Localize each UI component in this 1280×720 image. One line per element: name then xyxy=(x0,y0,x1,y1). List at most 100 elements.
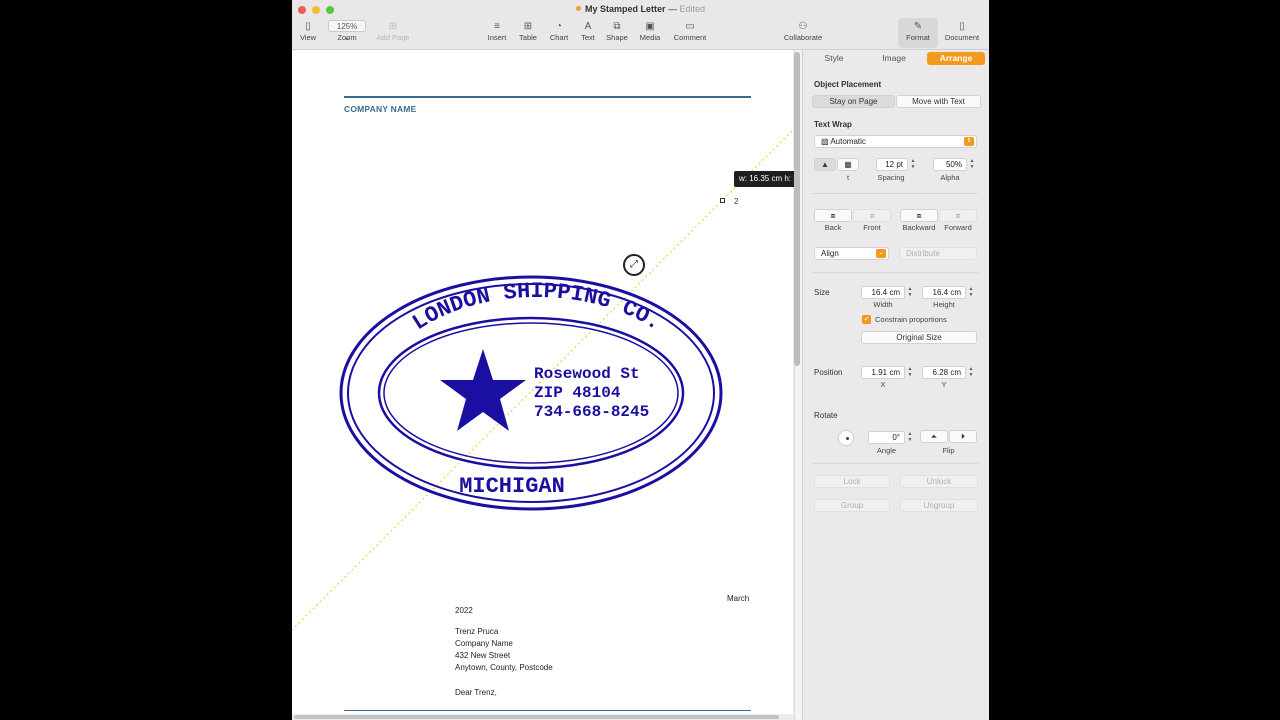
alpha-field[interactable]: 50% xyxy=(933,158,967,171)
height-stepper[interactable]: ▲ ▼ xyxy=(968,286,974,299)
wrap-fit-button-1[interactable]: ▲ xyxy=(814,158,836,171)
text-wrap-heading: Text Wrap xyxy=(814,120,852,129)
shape-icon: ⧉ xyxy=(613,21,621,32)
stamp-star-icon xyxy=(440,349,526,431)
constrain-checkbox[interactable]: ✓ xyxy=(862,315,871,324)
recipient-city[interactable]: Anytown, County, Postcode xyxy=(455,663,553,672)
rotate-dial[interactable] xyxy=(838,430,854,446)
collaborate-button[interactable]: ⚇ Collaborate xyxy=(780,20,826,42)
tab-arrange[interactable]: Arrange xyxy=(927,52,985,65)
document-page[interactable]: COMPANY NAME LONDON SHIPPING CO. MICHIGA… xyxy=(292,50,793,714)
width-stepper[interactable]: ▲ ▼ xyxy=(907,286,913,299)
lock-button[interactable]: Lock xyxy=(814,475,890,488)
table-button[interactable]: ⊞ Table xyxy=(516,20,540,42)
backward-button[interactable]: ⧈ xyxy=(900,209,938,222)
separator xyxy=(812,193,978,194)
chart-button[interactable]: ◔ Chart xyxy=(546,20,572,42)
comment-label: Comment xyxy=(673,33,707,42)
y-stepper[interactable]: ▲ ▼ xyxy=(968,366,974,379)
document-label: Document xyxy=(944,33,980,42)
comment-button[interactable]: ▭ Comment xyxy=(670,20,710,42)
stamp-bottom-text: MICHIGAN xyxy=(459,474,565,499)
forward-label: Forward xyxy=(944,223,972,232)
collaborate-icon: ⚇ xyxy=(798,21,808,32)
unlock-button[interactable]: Unlock xyxy=(900,475,978,488)
text-button[interactable]: A Text xyxy=(577,20,599,42)
wrap-fit-button-2[interactable]: ▦ xyxy=(837,158,859,171)
resize-handle[interactable] xyxy=(720,198,725,203)
tab-image[interactable]: Image xyxy=(870,52,918,65)
original-size-button[interactable]: Original Size xyxy=(861,331,977,344)
format-label: Format xyxy=(906,33,930,42)
zoom-label: Zoom xyxy=(337,33,357,42)
ungroup-button[interactable]: Ungroup xyxy=(900,499,978,512)
front-label: Front xyxy=(863,223,881,232)
group-button[interactable]: Group xyxy=(814,499,890,512)
alpha-stepper[interactable]: ▲ ▼ xyxy=(969,158,975,171)
back-button[interactable]: ⧈ xyxy=(814,209,852,222)
unsaved-dot-icon xyxy=(575,6,581,11)
wrap-value: Automatic xyxy=(830,137,866,146)
fit-label: t xyxy=(846,173,850,182)
salutation[interactable]: Dear Trenz, xyxy=(455,688,497,697)
window-title: My Stamped Letter — Edited xyxy=(292,4,989,14)
stamp-image[interactable]: LONDON SHIPPING CO. MICHIGAN Rosewood St… xyxy=(337,272,737,522)
zoom-select[interactable]: 125% ⌄ xyxy=(328,20,366,42)
view-button[interactable]: ▯ View xyxy=(298,20,318,42)
add-page-button[interactable]: ⊞ Add Page xyxy=(374,20,412,42)
width-field[interactable]: 16.4 cm xyxy=(861,286,905,299)
recipient-name[interactable]: Trenz Pruca xyxy=(455,627,498,636)
paintbrush-icon: ✎ xyxy=(913,21,923,32)
media-label: Media xyxy=(639,33,661,42)
text-wrap-select[interactable]: ▧ Automatic ⇕ xyxy=(814,135,977,148)
y-field[interactable]: 6.28 cm xyxy=(922,366,966,379)
view-label: View xyxy=(299,33,317,42)
shape-label: Shape xyxy=(606,33,628,42)
shape-button[interactable]: ⧉ Shape xyxy=(604,20,630,42)
separator xyxy=(812,463,978,464)
date-month[interactable]: March xyxy=(727,594,749,603)
zoom-button[interactable]: 125% ⌄ Zoom xyxy=(328,20,366,42)
align-select[interactable]: Align ⌄ xyxy=(814,247,889,260)
x-field[interactable]: 1.91 cm xyxy=(861,366,905,379)
vertical-scroll-thumb[interactable] xyxy=(794,52,800,366)
horizontal-scroll-thumb[interactable] xyxy=(294,715,779,719)
flip-horizontal-button[interactable]: ⏵ xyxy=(949,430,977,443)
forward-button[interactable]: ⧈ xyxy=(939,209,977,222)
separator xyxy=(812,272,978,273)
chart-label: Chart xyxy=(549,33,569,42)
height-field[interactable]: 16.4 cm xyxy=(922,286,966,299)
height-label: Height xyxy=(933,300,955,309)
backward-label: Backward xyxy=(902,223,936,232)
x-stepper[interactable]: ▲ ▼ xyxy=(907,366,913,379)
tab-style[interactable]: Style xyxy=(810,52,858,65)
angle-label: Angle xyxy=(876,446,897,455)
media-button[interactable]: ▣ Media xyxy=(637,20,663,42)
zoom-value: 125% xyxy=(336,22,358,31)
back-label: Back xyxy=(824,223,842,232)
toolbar: My Stamped Letter — Edited ▯ View 125% ⌄ Z… xyxy=(292,0,989,50)
distribute-select[interactable]: Distribute xyxy=(899,247,977,260)
text-box-icon: A xyxy=(584,21,592,32)
spacing-field[interactable]: 12 pt xyxy=(876,158,908,171)
stamp-inner-ring-1 xyxy=(377,316,685,470)
document-button[interactable]: ▯ Document xyxy=(942,20,982,42)
front-button[interactable]: ⧈ xyxy=(853,209,891,222)
recipient-company[interactable]: Company Name xyxy=(455,639,513,648)
angle-field[interactable]: 0° xyxy=(868,431,905,444)
align-value: Align xyxy=(821,249,839,258)
move-with-text-button[interactable]: Move with Text xyxy=(896,95,981,108)
insert-button[interactable]: ≡ Insert xyxy=(484,20,510,42)
stamp-zip: ZIP 48104 xyxy=(534,384,621,402)
stamp-phone: 734-668-8245 xyxy=(534,403,649,421)
spacing-stepper[interactable]: ▲ ▼ xyxy=(910,158,916,171)
format-button[interactable]: ✎ Format xyxy=(902,20,934,42)
chevron-down-icon: ⌄ xyxy=(876,249,886,258)
flip-vertical-button[interactable]: ⏶ xyxy=(920,430,948,443)
angle-stepper[interactable]: ▲ ▼ xyxy=(907,431,913,444)
date-year[interactable]: 2022 xyxy=(455,606,473,615)
stay-on-page-button[interactable]: Stay on Page xyxy=(812,95,895,108)
table-label: Table xyxy=(519,33,537,42)
recipient-street[interactable]: 432 New Street xyxy=(455,651,510,660)
width-label: Width xyxy=(873,300,893,309)
